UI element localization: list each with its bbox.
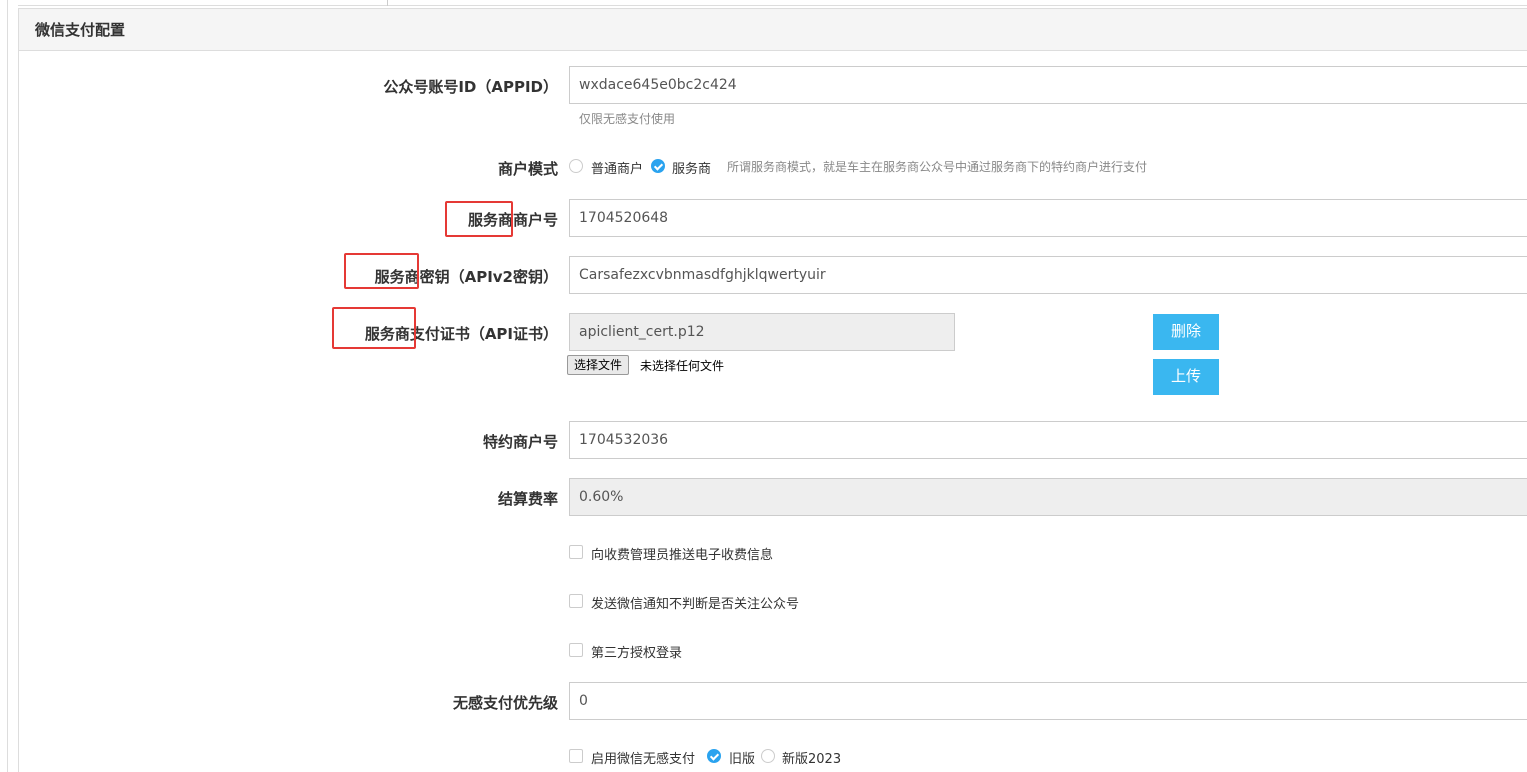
no-follow-check-checkbox[interactable]	[569, 594, 583, 608]
no-file-text: 未选择任何文件	[640, 359, 725, 373]
priority-label: 无感支付优先级	[452, 694, 558, 712]
no-follow-check-label: 发送微信通知不判断是否关注公众号	[591, 597, 800, 612]
merchant-mode-label: 商户模式	[497, 160, 558, 178]
radio-new-version-label: 新版2023	[782, 752, 842, 767]
appid-label: 公众号账号ID（APPID）	[383, 78, 558, 96]
push-fee-label: 向收费管理员推送电子收费信息	[591, 548, 774, 563]
top-edge	[18, 0, 1527, 6]
appid-help: 仅限无感支付使用	[579, 112, 676, 126]
nopass-checkbox[interactable]	[569, 749, 583, 763]
sp-key-label: 服务商密钥（APIv2密钥）	[374, 268, 558, 286]
radio-service-provider[interactable]	[651, 159, 665, 173]
upload-button[interactable]: 上传	[1153, 359, 1219, 395]
sp-cert-label: 服务商支付证书（API证书）	[364, 325, 558, 343]
sp-mchid-input[interactable]	[569, 199, 1527, 237]
wechat-pay-panel: 微信支付配置	[18, 8, 1527, 772]
appid-input[interactable]	[569, 66, 1527, 104]
rate-label: 结算费率	[497, 490, 558, 508]
radio-old-version-label: 旧版	[729, 752, 756, 767]
top-edge-tick	[387, 0, 388, 6]
delete-button[interactable]: 删除	[1153, 314, 1219, 350]
sub-mchid-label: 特约商户号	[482, 433, 558, 451]
radio-normal-merchant[interactable]	[569, 159, 583, 173]
radio-old-version[interactable]	[707, 749, 721, 763]
panel-title: 微信支付配置	[19, 9, 1527, 51]
left-rail	[0, 0, 8, 772]
sp-key-input[interactable]	[569, 256, 1527, 294]
choose-file-button[interactable]: 选择文件	[567, 355, 630, 375]
radio-new-version[interactable]	[761, 749, 775, 763]
push-fee-checkbox[interactable]	[569, 545, 583, 559]
merchant-mode-help: 所谓服务商模式，就是车主在服务商公众号中通过服务商下的特约商户进行支付	[727, 160, 1148, 174]
sub-mchid-input[interactable]	[569, 421, 1527, 459]
third-party-login-checkbox[interactable]	[569, 643, 583, 657]
radio-service-provider-label: 服务商	[672, 162, 712, 177]
rate-input	[569, 478, 1527, 516]
sp-mchid-label: 服务商商户号	[467, 211, 558, 229]
priority-input[interactable]	[569, 682, 1527, 720]
sp-cert-filename	[569, 313, 955, 351]
nopass-label: 启用微信无感支付	[591, 752, 696, 767]
radio-normal-merchant-label: 普通商户	[591, 162, 644, 177]
third-party-login-label: 第三方授权登录	[591, 646, 683, 661]
